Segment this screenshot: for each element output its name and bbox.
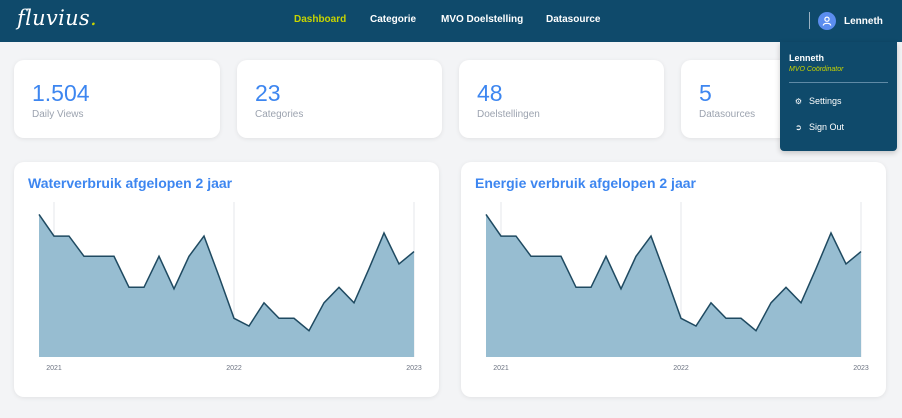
user-icon [818, 12, 836, 30]
dropdown-divider [789, 82, 888, 83]
gear-icon: ⚙ [794, 96, 803, 106]
stat-label: Datasources [699, 109, 756, 120]
x-tick-label: 2021 [493, 365, 509, 372]
stat-label: Daily Views [32, 109, 84, 120]
chart-card-energy: Energie verbruik afgelopen 2 jaar 2021 20… [461, 162, 886, 397]
stat-label: Categories [255, 109, 304, 120]
area-fill [39, 214, 414, 357]
sign-out-icon: ➲ [795, 122, 802, 132]
dropdown-user-role: MVO Coördinator [789, 66, 844, 73]
stat-card-doelstellingen: 48 Doelstellingen [459, 60, 664, 138]
user-name: Lenneth [844, 15, 883, 27]
nav-dashboard[interactable]: Dashboard [294, 14, 346, 25]
nav-datasource[interactable]: Datasource [546, 14, 600, 25]
stat-value: 1.504 [32, 80, 90, 106]
x-tick-label: 2021 [46, 365, 62, 372]
stat-value: 48 [477, 80, 503, 106]
user-dropdown-menu: Lenneth MVO Coördinator ⚙ Settings ➲ Sig… [780, 42, 897, 151]
stat-label: Doelstellingen [477, 109, 540, 120]
user-menu-button[interactable]: Lenneth [818, 11, 883, 31]
top-navbar: fluvius. Dashboard Categorie MVO Doelste… [0, 0, 902, 42]
settings-menu-item[interactable]: ⚙ Settings [794, 96, 842, 106]
x-tick-label: 2023 [853, 365, 869, 372]
stat-card-categories: 23 Categories [237, 60, 442, 138]
nav-categorie[interactable]: Categorie [370, 14, 416, 25]
stat-value: 5 [699, 80, 712, 106]
x-tick-label: 2022 [673, 365, 689, 372]
sign-out-menu-item[interactable]: ➲ Sign Out [794, 122, 844, 132]
water-usage-chart: 2021 2022 2023 [38, 202, 422, 372]
area-fill [486, 214, 861, 357]
nav-divider [809, 12, 810, 29]
nav-mvo-doelstelling[interactable]: MVO Doelstelling [441, 14, 523, 25]
stat-value: 23 [255, 80, 281, 106]
fluvius-logo[interactable]: fluvius. [17, 6, 97, 30]
x-tick-label: 2022 [226, 365, 242, 372]
stat-card-daily-views: 1.504 Daily Views [14, 60, 220, 138]
x-tick-label: 2023 [406, 365, 422, 372]
dropdown-user-name: Lenneth [789, 53, 824, 63]
chart-card-water: Waterverbruik afgelopen 2 jaar 2021 2022 2… [14, 162, 439, 397]
energy-usage-chart: 2021 2022 2023 [485, 202, 869, 372]
